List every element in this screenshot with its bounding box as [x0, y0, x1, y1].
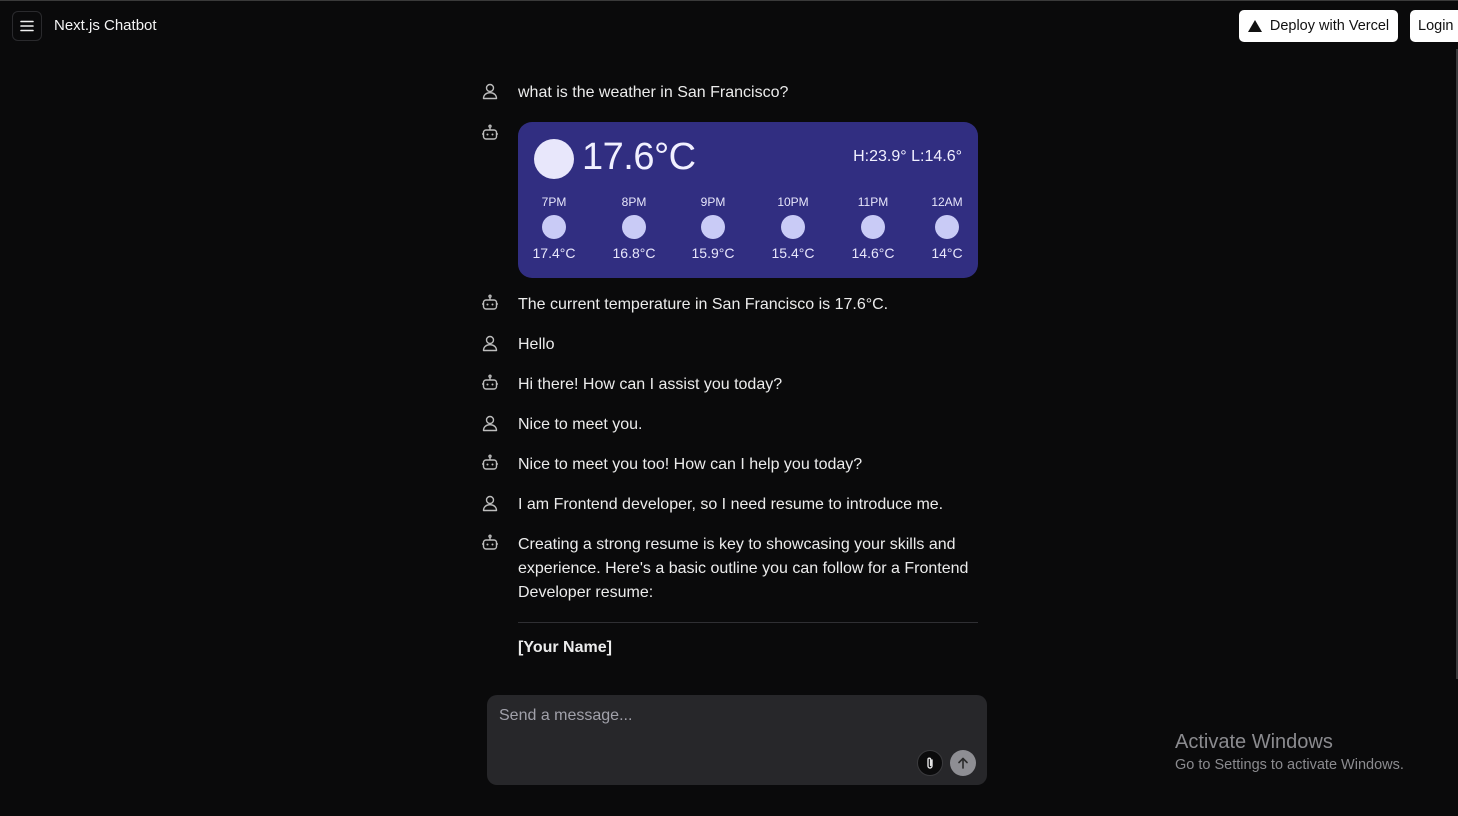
- message-assistant: Hi there! How can I assist you today?: [480, 373, 980, 397]
- bot-icon: [482, 534, 498, 550]
- vercel-triangle-icon: [1247, 20, 1262, 32]
- hamburger-icon: [20, 20, 34, 32]
- high-low-temperature: H:23.9° L:14.6°: [853, 148, 962, 165]
- message-text: Nice to meet you too! How can I help you…: [518, 456, 863, 473]
- message-input[interactable]: [499, 703, 969, 729]
- deploy-button-label: Deploy with Vercel: [1269, 18, 1390, 34]
- message-assistant: Nice to meet you too! How can I help you…: [480, 453, 980, 477]
- hour-time: 7PM: [541, 195, 567, 209]
- bot-icon: [482, 124, 498, 140]
- bot-avatar: [480, 533, 500, 553]
- sun-icon: [861, 215, 885, 239]
- user-icon: [482, 495, 498, 512]
- hour-temp: 17.4°C: [532, 245, 576, 261]
- message-assistant: Creating a strong resume is key to showc…: [480, 533, 980, 605]
- current-temperature: 17.6°C: [582, 136, 696, 178]
- user-avatar: [480, 413, 500, 433]
- watermark-title: Activate Windows: [1175, 731, 1333, 753]
- hour-time: 8PM: [621, 195, 647, 209]
- sun-icon: [542, 215, 566, 239]
- bot-avatar: [480, 123, 500, 143]
- message-assistant: The current temperature in San Francisco…: [480, 293, 980, 317]
- send-button[interactable]: [950, 750, 976, 776]
- message-user: what is the weather in San Francisco?: [480, 81, 980, 105]
- hour-temp: 16.8°C: [612, 245, 656, 261]
- arrow-up-icon: [958, 757, 968, 769]
- sidebar-toggle-button[interactable]: [12, 11, 42, 41]
- resume-heading: [Your Name]: [518, 639, 612, 656]
- sun-icon: [781, 215, 805, 239]
- hour-time: 11PM: [857, 195, 889, 209]
- markdown-divider: [518, 622, 978, 623]
- sun-icon: [534, 139, 574, 179]
- message-text: what is the weather in San Francisco?: [518, 84, 789, 101]
- bot-icon: [482, 454, 498, 470]
- login-button[interactable]: Login: [1410, 10, 1458, 42]
- bot-icon: [482, 294, 498, 310]
- message-text: The current temperature in San Francisco…: [518, 296, 889, 313]
- deploy-with-vercel-button[interactable]: Deploy with Vercel: [1239, 10, 1398, 42]
- hourly-item: 7PM 17.4°C: [519, 195, 589, 261]
- hour-temp: 15.9°C: [691, 245, 735, 261]
- hourly-item: 8PM 16.8°C: [599, 195, 669, 261]
- hourly-item: 12AM 14°C: [912, 195, 982, 261]
- attach-file-button[interactable]: [917, 750, 943, 776]
- user-avatar: [480, 493, 500, 513]
- hour-time: 10PM: [777, 195, 809, 209]
- weather-card: 17.6°C H:23.9° L:14.6° 7PM 17.4°C 8PM 16…: [518, 122, 978, 278]
- hour-temp: 15.4°C: [771, 245, 815, 261]
- hour-time: 9PM: [700, 195, 726, 209]
- hour-temp: 14°C: [931, 245, 963, 261]
- message-user: Hello: [480, 333, 980, 357]
- hour-temp: 14.6°C: [851, 245, 895, 261]
- sun-icon: [701, 215, 725, 239]
- activate-windows-watermark: Activate Windows Go to Settings to activ…: [1175, 731, 1404, 773]
- hourly-item: 10PM 15.4°C: [758, 195, 828, 261]
- hourly-item: 9PM 15.9°C: [678, 195, 748, 261]
- hourly-forecast: 7PM 17.4°C 8PM 16.8°C 9PM 15.9°C 10PM 15…: [518, 195, 978, 265]
- bot-icon: [482, 374, 498, 390]
- user-avatar: [480, 333, 500, 353]
- bot-avatar: [480, 373, 500, 393]
- message-text: Nice to meet you.: [518, 416, 643, 433]
- hour-time: 12AM: [931, 195, 963, 209]
- user-icon: [482, 415, 498, 432]
- app-title[interactable]: Next.js Chatbot: [54, 17, 157, 34]
- user-icon: [482, 335, 498, 352]
- login-button-label: Login: [1418, 18, 1454, 34]
- message-text: Hi there! How can I assist you today?: [518, 376, 783, 393]
- message-user: I am Frontend developer, so I need resum…: [480, 493, 980, 517]
- sun-icon: [935, 215, 959, 239]
- user-icon: [482, 83, 498, 100]
- user-avatar: [480, 81, 500, 101]
- message-text: I am Frontend developer, so I need resum…: [518, 496, 944, 513]
- hourly-item: 11PM 14.6°C: [838, 195, 908, 261]
- sun-icon: [622, 215, 646, 239]
- message-user: Nice to meet you.: [480, 413, 980, 437]
- bot-avatar: [480, 453, 500, 473]
- message-text: Creating a strong resume is key to showc…: [518, 536, 969, 601]
- watermark-subtitle: Go to Settings to activate Windows.: [1175, 757, 1404, 773]
- message-composer: [487, 695, 987, 785]
- paperclip-icon: [927, 757, 933, 769]
- bot-avatar: [480, 293, 500, 313]
- message-text: Hello: [518, 336, 555, 353]
